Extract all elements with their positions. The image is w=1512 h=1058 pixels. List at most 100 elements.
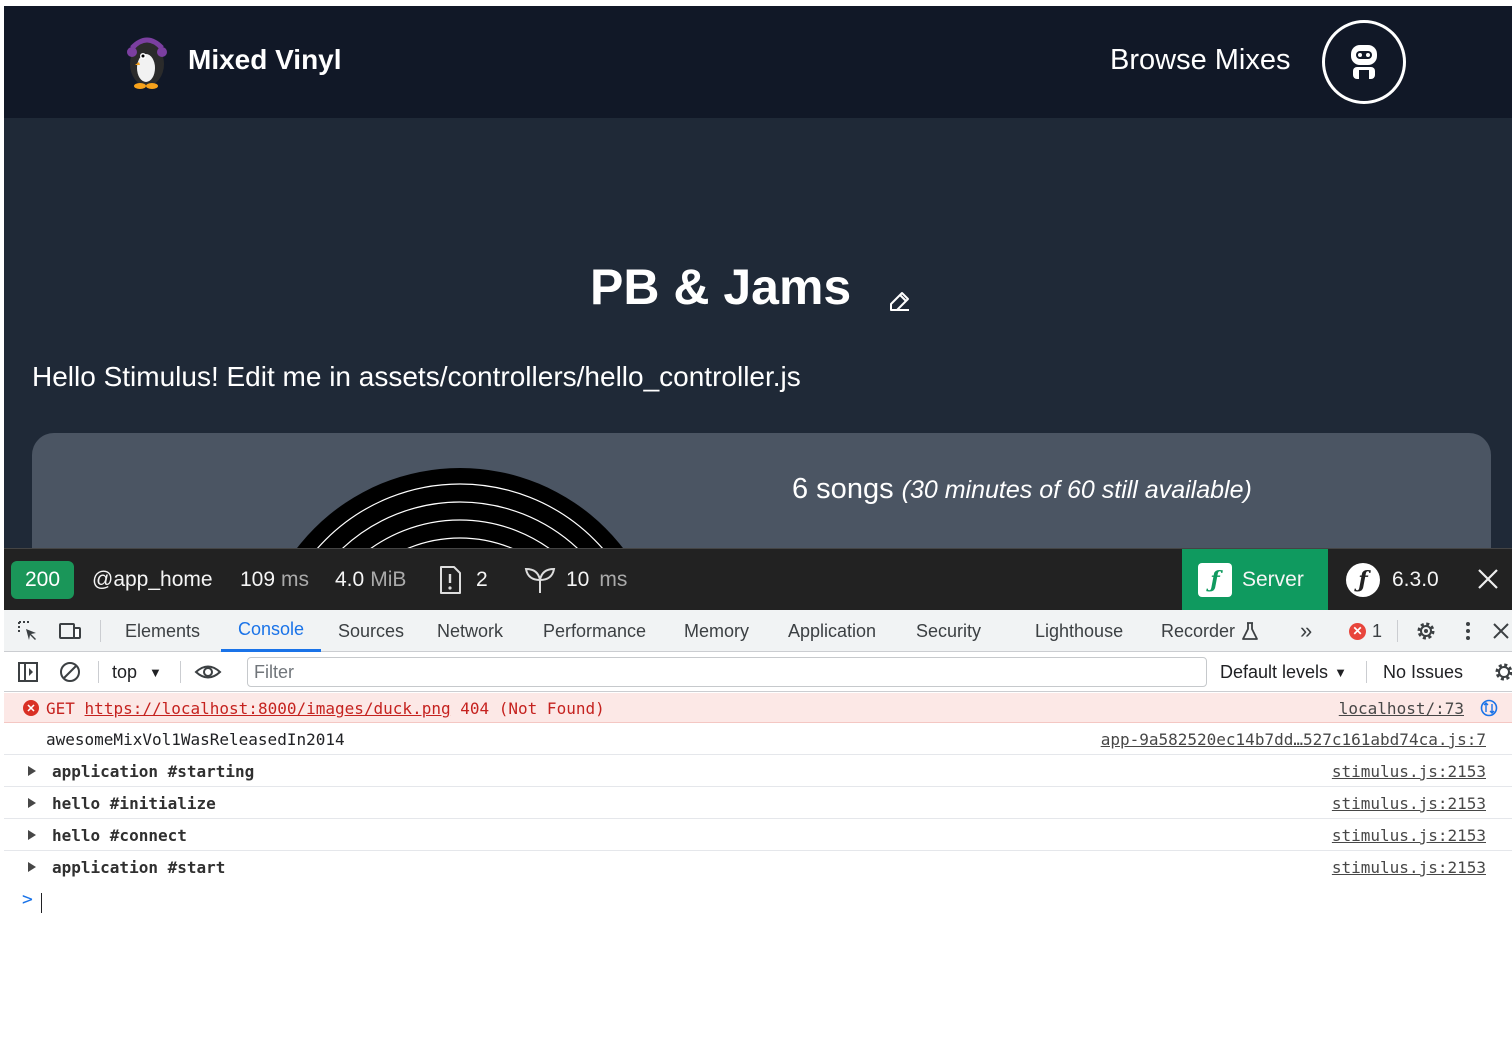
error-text: GET https://localhost:8000/images/duck.p…: [46, 699, 605, 718]
log-group[interactable]: application #starting stimulus.js:2153: [4, 755, 1512, 787]
divider: [1366, 661, 1367, 683]
navbar: Mixed Vinyl Browse Mixes: [4, 6, 1512, 118]
symfony-version: 6.3.0: [1392, 568, 1439, 591]
symfony-logo-icon: ƒ: [1198, 563, 1232, 597]
log-group[interactable]: hello #connect stimulus.js:2153: [4, 819, 1512, 851]
context-select[interactable]: top ▼: [112, 652, 162, 692]
log-group-source-link[interactable]: stimulus.js:2153: [1332, 762, 1486, 781]
mix-title: PB & Jams: [590, 259, 852, 315]
device-toolbar-icon[interactable]: [58, 619, 82, 643]
error-icon: ✕: [1349, 622, 1366, 640]
tab-sources[interactable]: Sources: [338, 610, 404, 652]
route-name: @app_home: [92, 568, 213, 591]
memory-value: 4.0: [335, 568, 365, 591]
devtools-tabbar: Elements Console Sources Network Perform…: [4, 610, 1512, 652]
error-count: 1: [1372, 620, 1383, 641]
expand-triangle-icon[interactable]: [28, 830, 36, 840]
twig-item[interactable]: 10 ms: [524, 549, 627, 611]
tab-elements[interactable]: Elements: [125, 610, 200, 652]
error-status: 404 (Not Found): [460, 699, 605, 718]
log-group-source-link[interactable]: stimulus.js:2153: [1332, 794, 1486, 813]
tab-security[interactable]: Security: [916, 610, 981, 652]
flask-icon: [1242, 622, 1258, 640]
vinyl-record-icon: [297, 468, 623, 548]
log-message[interactable]: awesomeMixVol1WasReleasedIn2014 app-9a58…: [4, 723, 1512, 755]
symfony-debug-toolbar: 200 @app_home 109 ms 4.0 MiB 2 10 ms ƒ S…: [4, 548, 1512, 611]
devtools-panel: Elements Console Sources Network Perform…: [4, 610, 1512, 1058]
tab-memory[interactable]: Memory: [684, 610, 749, 652]
inspect-element-icon[interactable]: [16, 619, 40, 643]
tab-recorder[interactable]: Recorder: [1161, 610, 1259, 652]
twig-value: 10: [566, 568, 590, 591]
server-item[interactable]: ƒ Server: [1182, 549, 1328, 611]
edit-icon[interactable]: [888, 289, 912, 313]
divider: [98, 661, 99, 683]
browse-mixes-link[interactable]: Browse Mixes: [1110, 44, 1291, 77]
penguin-logo-icon[interactable]: [120, 34, 170, 90]
eye-icon[interactable]: [194, 660, 222, 684]
logs-alert-icon: [440, 566, 461, 594]
logs-count: 2: [476, 568, 488, 591]
error-counter[interactable]: ✕ 1: [1349, 610, 1382, 652]
close-devtools-icon[interactable]: [1491, 619, 1511, 643]
log-levels-select[interactable]: Default levels ▼: [1220, 652, 1347, 692]
log-source-link[interactable]: app-9a582520ec14b7dd…527c161abd74ca.js:7: [1101, 730, 1486, 749]
error-url[interactable]: https://localhost:8000/images/duck.png: [85, 699, 451, 718]
website-viewport: Mixed Vinyl Browse Mixes PB & Jams Hello…: [0, 0, 1512, 548]
profile-button[interactable]: [1322, 20, 1406, 104]
filter-input[interactable]: [247, 657, 1207, 687]
songs-count: 6 songs: [792, 473, 894, 505]
status-code-badge[interactable]: 200: [11, 561, 75, 599]
network-request-icon[interactable]: [1480, 699, 1498, 717]
robot-avatar-icon: [1351, 45, 1377, 79]
log-group-source-link[interactable]: stimulus.js:2153: [1332, 826, 1486, 845]
dropdown-arrow-icon: ▼: [149, 664, 162, 680]
log-group[interactable]: application #start stimulus.js:2153: [4, 851, 1512, 883]
mix-card: 6 songs (30 minutes of 60 still availabl…: [32, 433, 1491, 548]
memory-item[interactable]: 4.0 MiB: [335, 549, 406, 611]
issues-button[interactable]: No Issues: [1383, 652, 1463, 692]
clear-console-icon[interactable]: [58, 660, 82, 684]
log-group-text: application #starting: [52, 762, 255, 781]
tab-performance[interactable]: Performance: [543, 610, 646, 652]
version-item[interactable]: ƒ 6.3.0: [1346, 549, 1439, 611]
log-group-source-link[interactable]: stimulus.js:2153: [1332, 858, 1486, 877]
tab-recorder-label: Recorder: [1161, 620, 1236, 641]
route-item[interactable]: @app_home: [92, 549, 213, 611]
tab-network[interactable]: Network: [437, 610, 503, 652]
time-item[interactable]: 109 ms: [240, 549, 309, 611]
songs-available: (30 minutes of 60 still available): [901, 476, 1252, 504]
expand-triangle-icon[interactable]: [28, 862, 36, 872]
log-group-text: hello #connect: [52, 826, 187, 845]
memory-unit: MiB: [370, 568, 407, 591]
log-text: awesomeMixVol1WasReleasedIn2014: [46, 730, 345, 749]
tab-lighthouse[interactable]: Lighthouse: [1035, 610, 1123, 652]
logs-item[interactable]: 2: [438, 549, 488, 611]
brand-name[interactable]: Mixed Vinyl: [188, 44, 342, 76]
expand-triangle-icon[interactable]: [28, 798, 36, 808]
tab-application[interactable]: Application: [788, 610, 876, 652]
expand-triangle-icon[interactable]: [28, 766, 36, 776]
sidebar-toggle-icon[interactable]: [16, 660, 40, 684]
more-options-icon[interactable]: [1456, 619, 1480, 643]
tab-console[interactable]: Console: [221, 610, 322, 652]
dropdown-arrow-icon: ▼: [1334, 664, 1347, 680]
time-value: 109: [240, 568, 276, 591]
log-levels-label: Default levels: [1220, 661, 1329, 682]
log-group-text: hello #initialize: [52, 794, 216, 813]
server-label: Server: [1242, 568, 1304, 591]
songs-summary: 6 songs (30 minutes of 60 still availabl…: [792, 473, 1252, 506]
error-source-link[interactable]: localhost/:73: [1339, 699, 1464, 718]
console-prompt[interactable]: >: [4, 883, 1512, 917]
text-caret: [41, 893, 42, 913]
twig-leaf-icon: [524, 567, 556, 593]
error-message[interactable]: ✕ GET https://localhost:8000/images/duck…: [4, 693, 1512, 723]
close-icon[interactable]: [1474, 565, 1502, 593]
gear-icon[interactable]: [1414, 619, 1438, 643]
more-tabs-icon[interactable]: »: [1300, 610, 1312, 652]
log-group-text: application #start: [52, 858, 226, 877]
console-settings-icon[interactable]: [1492, 660, 1512, 684]
hello-stimulus-text: Hello Stimulus! Edit me in assets/contro…: [32, 361, 801, 392]
log-group[interactable]: hello #initialize stimulus.js:2153: [4, 787, 1512, 819]
page: Mixed Vinyl Browse Mixes PB & Jams Hello…: [4, 6, 1512, 548]
